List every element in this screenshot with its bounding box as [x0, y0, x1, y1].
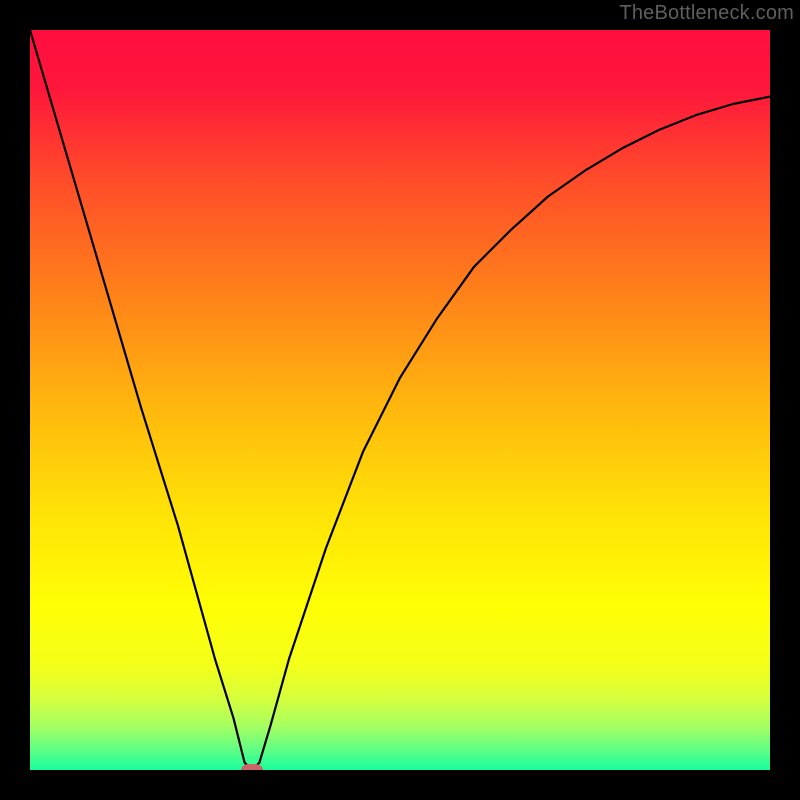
gradient-background	[30, 30, 770, 770]
watermark-text: TheBottleneck.com	[619, 2, 794, 25]
plot-area	[30, 30, 770, 770]
bottleneck-chart	[30, 30, 770, 770]
chart-frame: TheBottleneck.com	[0, 0, 800, 800]
